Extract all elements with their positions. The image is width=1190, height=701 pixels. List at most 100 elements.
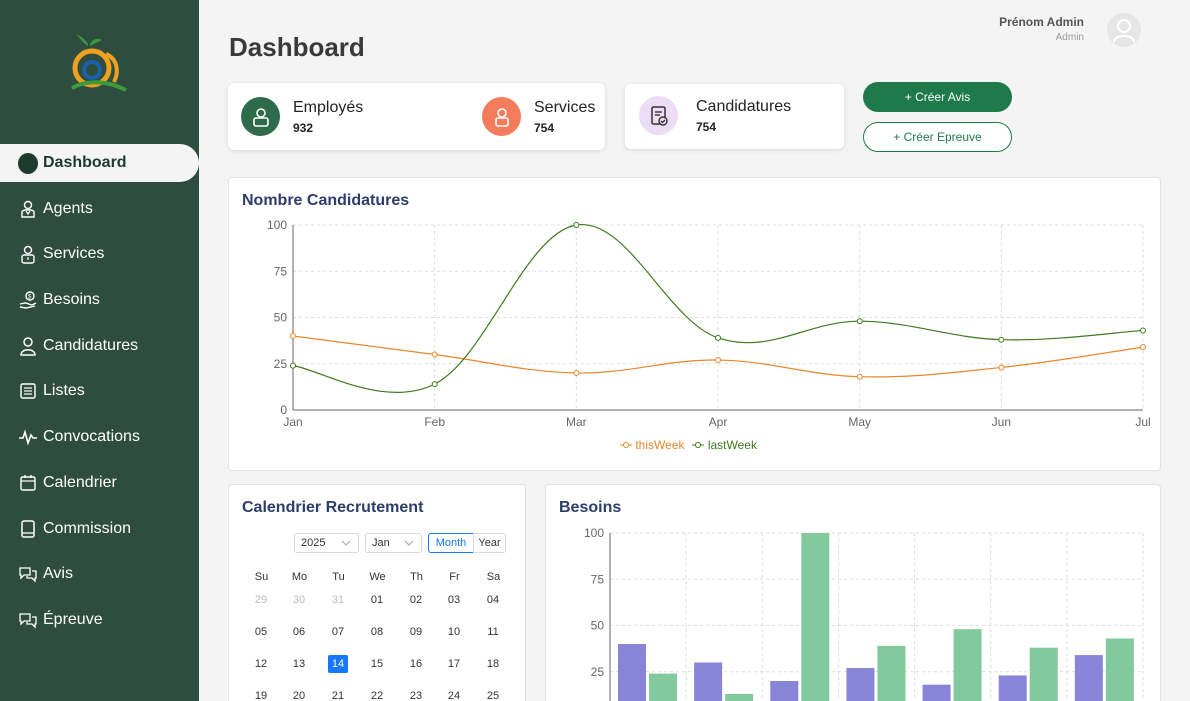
data-point[interactable] [715, 357, 721, 364]
mode-month-button[interactable]: Month [428, 533, 474, 553]
calendar-day[interactable]: 13 [289, 655, 309, 673]
page-title: Dashboard [229, 32, 365, 62]
data-point[interactable] [1140, 327, 1146, 334]
bar[interactable] [998, 675, 1027, 701]
calendar-day[interactable]: 25 [483, 687, 503, 701]
avatar[interactable] [1107, 13, 1141, 47]
calendar-day[interactable]: 10 [444, 623, 464, 641]
bar[interactable] [922, 684, 951, 701]
y-tick-label: 100 [584, 526, 604, 540]
data-point[interactable] [998, 364, 1005, 371]
y-tick-label: 75 [274, 264, 288, 278]
calendar-day[interactable]: 12 [251, 655, 271, 673]
data-point[interactable] [573, 370, 580, 376]
chat-icon [18, 610, 38, 630]
y-tick-label: 25 [274, 357, 288, 371]
calendar-day[interactable]: 03 [444, 591, 464, 609]
calendar-icon [18, 473, 38, 493]
calendar-day[interactable]: 01 [367, 591, 387, 609]
user-role: Admin [1055, 32, 1084, 43]
bar[interactable] [618, 644, 646, 701]
calendar-day[interactable]: 29 [251, 591, 271, 609]
data-point[interactable] [856, 373, 863, 380]
bar[interactable] [801, 533, 830, 701]
calendar-day[interactable]: 18 [483, 655, 503, 673]
chat-icon [18, 564, 38, 584]
sidebar-item-besoins[interactable]: $ Besoins [0, 281, 199, 319]
calendar-day[interactable]: 02 [406, 591, 426, 609]
data-point[interactable] [431, 351, 438, 358]
sidebar-item-candidatures[interactable]: Candidatures [0, 327, 199, 365]
data-point[interactable] [290, 333, 296, 339]
data-point[interactable] [431, 381, 438, 388]
data-point[interactable] [290, 362, 296, 369]
user-info[interactable]: Prénom Admin Admin [999, 15, 1084, 43]
stats-card-employes-services: Employés 932 Services 754 [228, 83, 605, 150]
legend-label: thisWeek [635, 438, 685, 452]
calendar-day[interactable]: 11 [483, 623, 503, 641]
create-epreuve-button[interactable]: + Créer Epreuve [863, 122, 1012, 152]
bar[interactable] [1074, 655, 1103, 701]
calendar-day[interactable]: 09 [406, 623, 426, 641]
y-tick-label: 50 [591, 619, 605, 633]
calendar-day[interactable]: 24 [444, 687, 464, 701]
user-avatar-icon [1113, 19, 1135, 43]
calendar-day[interactable]: 20 [289, 687, 309, 701]
create-avis-button[interactable]: + Créer Avis [863, 82, 1012, 112]
bar[interactable] [846, 668, 875, 701]
sidebar-item-label: Épreuve [43, 610, 103, 628]
calendar-day[interactable]: 21 [328, 687, 348, 701]
stat-value: 754 [534, 120, 555, 135]
bar[interactable] [877, 645, 906, 701]
bar[interactable] [770, 681, 799, 701]
logo [71, 34, 127, 92]
bar[interactable] [725, 693, 754, 701]
calendar-day[interactable]: 07 [328, 623, 348, 641]
data-point[interactable] [715, 334, 721, 341]
bar[interactable] [1105, 638, 1134, 701]
sidebar-item-label: Listes [43, 382, 85, 400]
y-tick-label: 25 [591, 665, 605, 679]
sidebar-item-label: Candidatures [43, 336, 139, 354]
sidebar-item-calendrier[interactable]: Calendrier [0, 464, 199, 502]
sidebar-item-avis[interactable]: Avis [0, 555, 199, 593]
calendar-day[interactable]: 22 [367, 687, 387, 701]
calendar-day[interactable]: 08 [367, 623, 387, 641]
calendar-day[interactable]: 05 [251, 623, 271, 641]
month-select[interactable]: Jan [365, 533, 422, 553]
data-point[interactable] [573, 222, 580, 228]
chevron-down-icon [341, 540, 351, 546]
calendar-day[interactable]: 15 [367, 655, 387, 673]
sidebar-item-commission[interactable]: Commission [0, 510, 199, 548]
data-point[interactable] [998, 336, 1005, 343]
year-select[interactable]: 2025 [294, 533, 359, 553]
sidebar-item-dashboard[interactable]: Dashboard [0, 144, 199, 182]
calendar-day[interactable]: 17 [444, 655, 464, 673]
calendar-day[interactable]: 23 [406, 687, 426, 701]
document-check-icon [639, 96, 678, 135]
agent-icon [18, 199, 38, 219]
bar[interactable] [953, 629, 982, 701]
mode-year-button[interactable]: Year [473, 533, 506, 553]
data-point[interactable] [856, 318, 863, 325]
bar[interactable] [1029, 647, 1058, 701]
bar[interactable] [694, 662, 723, 701]
calendar-day[interactable]: 30 [289, 591, 309, 609]
line-chart: 0255075100Jan Feb Mar Apr May Jun Jul [267, 218, 1151, 429]
sidebar-item-label: Dashboard [43, 154, 127, 171]
stat-employes: Employés 932 [241, 97, 363, 136]
calendar-day[interactable]: 16 [406, 655, 426, 673]
calendar-day[interactable]: 06 [289, 623, 309, 641]
sidebar-item-label: Calendrier [43, 473, 117, 491]
sidebar-item-services[interactable]: Services [0, 235, 199, 273]
calendar-day[interactable]: 14 [328, 655, 348, 673]
bar[interactable] [649, 673, 677, 701]
sidebar-item-epreuve[interactable]: Épreuve [0, 601, 199, 639]
sidebar-item-agents[interactable]: Agents [0, 190, 199, 228]
calendar-day[interactable]: 31 [328, 591, 348, 609]
calendar-day[interactable]: 04 [483, 591, 503, 609]
sidebar-item-listes[interactable]: Listes [0, 372, 199, 410]
sidebar-item-convocations[interactable]: Convocations [0, 418, 199, 456]
data-point[interactable] [1140, 344, 1146, 351]
calendar-day[interactable]: 19 [251, 687, 271, 701]
